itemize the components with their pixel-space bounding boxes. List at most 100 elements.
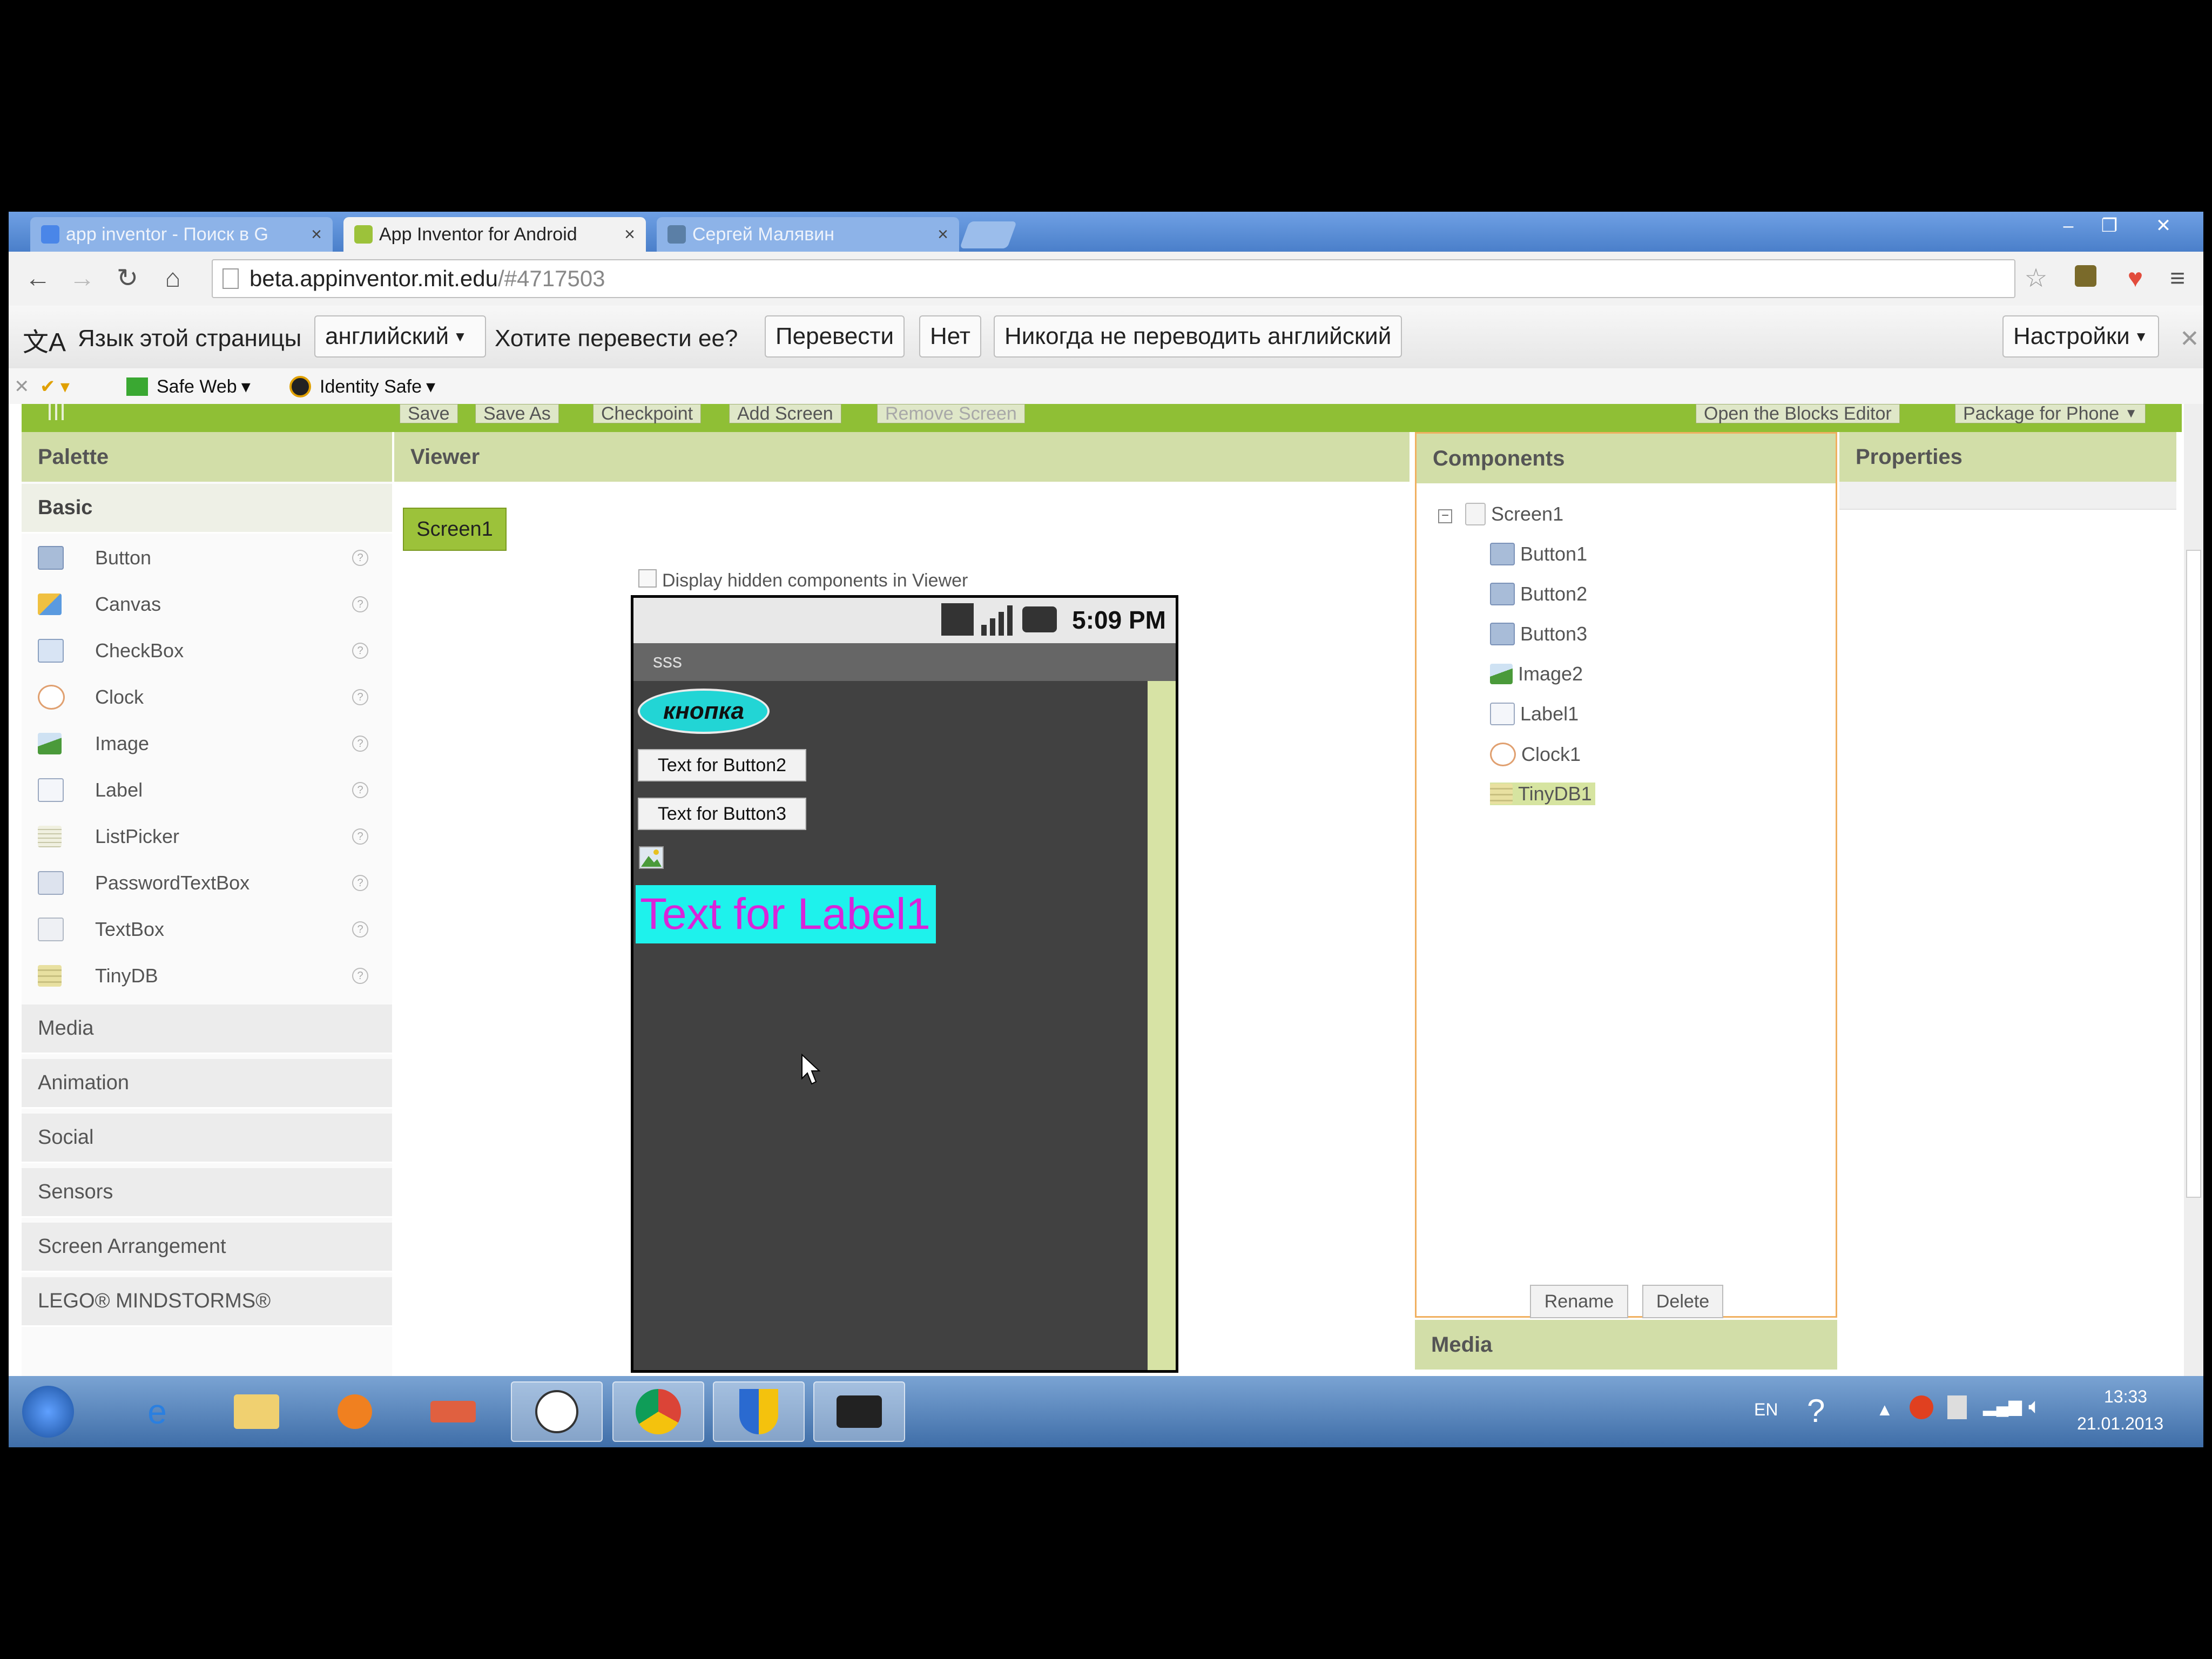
help-icon[interactable]: ?: [352, 736, 368, 752]
restore-icon[interactable]: ❐: [2093, 215, 2126, 237]
help-icon[interactable]: ?: [1807, 1392, 1825, 1429]
palette-category[interactable]: Media: [22, 1004, 392, 1054]
close-infobar-icon[interactable]: ✕: [2180, 325, 2200, 353]
network-icon[interactable]: ▂▄▆: [1983, 1395, 2022, 1416]
url-bar[interactable]: beta.appinventor.mit.edu/#4717503: [212, 259, 2015, 298]
language-select[interactable]: английский ▼: [314, 315, 486, 358]
palette-item-label[interactable]: Label?: [22, 767, 392, 813]
button1-preview[interactable]: кнопка: [638, 689, 770, 734]
collapse-tree-icon[interactable]: −: [1438, 509, 1452, 523]
help-icon[interactable]: ?: [352, 550, 368, 566]
tray-app-icon[interactable]: [1910, 1395, 1933, 1419]
component-image2[interactable]: Image2: [1490, 663, 1583, 685]
extension-icon[interactable]: [2072, 265, 2100, 293]
window-close-icon[interactable]: ✕: [2147, 215, 2180, 237]
close-icon[interactable]: ×: [311, 224, 322, 245]
tab-search[interactable]: app inventor - Поиск в G ×: [30, 217, 333, 252]
translate-settings-button[interactable]: Настройки ▼: [2002, 315, 2159, 358]
close-icon[interactable]: ×: [624, 224, 635, 245]
page-scrollbar[interactable]: [2184, 404, 2203, 1376]
close-icon[interactable]: ×: [938, 224, 948, 245]
palette-category[interactable]: Sensors: [22, 1168, 392, 1218]
component-button2[interactable]: Button2: [1490, 583, 1587, 605]
minimize-icon[interactable]: –: [2052, 215, 2085, 237]
safe-web-menu[interactable]: Safe Web ▾: [126, 376, 251, 397]
identity-safe-menu[interactable]: Identity Safe ▾: [289, 376, 435, 397]
remove-screen-button[interactable]: Remove Screen: [877, 404, 1025, 424]
button3-preview[interactable]: Text for Button3: [638, 798, 806, 830]
component-root-screen1[interactable]: Screen1: [1465, 503, 1563, 525]
palette-item-tinydb[interactable]: TinyDB?: [22, 953, 392, 999]
tab-app-inventor[interactable]: App Inventor for Android ×: [343, 217, 646, 252]
close-toolbar-icon[interactable]: ✕: [14, 376, 30, 397]
heart-icon[interactable]: ♥: [2121, 265, 2149, 293]
palette-category-basic[interactable]: Basic: [22, 484, 392, 534]
rename-button[interactable]: Rename: [1530, 1285, 1628, 1318]
screen1-button[interactable]: Screen1: [403, 508, 507, 551]
translate-button[interactable]: Перевести: [765, 315, 905, 358]
palette-item-passwordtextbox[interactable]: PasswordTextBox?: [22, 860, 392, 906]
component-button1[interactable]: Button1: [1490, 543, 1587, 565]
palette-category[interactable]: Social: [22, 1114, 392, 1163]
home-icon[interactable]: ⌂: [159, 265, 187, 293]
palette-item-button[interactable]: Button?: [22, 535, 392, 581]
hp-icon[interactable]: [511, 1381, 603, 1442]
help-icon[interactable]: ?: [352, 643, 368, 659]
help-icon[interactable]: ?: [352, 689, 368, 705]
add-screen-button[interactable]: Add Screen: [729, 404, 841, 424]
tab-vk[interactable]: Сергей Малявин ×: [657, 217, 959, 252]
palette-category[interactable]: LEGO® MINDSTORMS®: [22, 1277, 392, 1327]
palette-item-canvas[interactable]: Canvas?: [22, 581, 392, 628]
media-player-icon[interactable]: [314, 1381, 395, 1442]
volume-icon[interactable]: 🔈︎: [2028, 1394, 2041, 1419]
menu-icon[interactable]: ≡: [2163, 265, 2191, 293]
palette-category[interactable]: Animation: [22, 1059, 392, 1109]
internet-explorer-icon[interactable]: e: [117, 1381, 198, 1442]
component-button3[interactable]: Button3: [1490, 623, 1587, 645]
help-icon[interactable]: ?: [352, 875, 368, 891]
help-icon[interactable]: ?: [352, 921, 368, 938]
palette-item-textbox[interactable]: TextBox?: [22, 906, 392, 953]
button2-preview[interactable]: Text for Button2: [638, 749, 806, 781]
help-icon[interactable]: ?: [352, 968, 368, 984]
never-translate-button[interactable]: Никогда не переводить английский: [994, 315, 1402, 358]
checkpoint-button[interactable]: Checkpoint: [593, 404, 702, 424]
save-button[interactable]: Save: [400, 404, 458, 424]
palette-item-listpicker[interactable]: ListPicker?: [22, 813, 392, 860]
help-icon[interactable]: ?: [352, 782, 368, 798]
save-as-button[interactable]: Save As: [475, 404, 559, 424]
help-icon[interactable]: ?: [352, 828, 368, 845]
no-button[interactable]: Нет: [919, 315, 981, 358]
reload-icon[interactable]: ↻: [113, 265, 141, 293]
delete-button[interactable]: Delete: [1642, 1285, 1723, 1318]
star-icon[interactable]: ☆: [2022, 265, 2050, 293]
new-tab-button[interactable]: [959, 221, 1017, 248]
app-icon[interactable]: [413, 1381, 494, 1442]
phone-scrollbar[interactable]: [1148, 681, 1176, 1370]
palette-category[interactable]: Screen Arrangement: [22, 1223, 392, 1272]
usb-icon[interactable]: [1947, 1395, 1967, 1419]
component-label1[interactable]: Label1: [1490, 703, 1579, 725]
label1-preview[interactable]: Text for Label1: [636, 885, 936, 943]
palette-item-clock[interactable]: Clock?: [22, 674, 392, 720]
security-shield-icon[interactable]: [713, 1381, 805, 1442]
component-tinydb1[interactable]: TinyDB1: [1490, 783, 1595, 805]
palette-item-image[interactable]: Image?: [22, 720, 392, 767]
help-icon[interactable]: ?: [352, 596, 368, 612]
component-clock1[interactable]: Clock1: [1490, 743, 1581, 766]
tray-expand-icon[interactable]: ▲: [1876, 1400, 1893, 1420]
file-explorer-icon[interactable]: [216, 1381, 297, 1442]
clock-time[interactable]: 13:33: [2104, 1387, 2147, 1407]
package-for-phone-button[interactable]: Package for Phone ▼: [1955, 404, 2146, 424]
back-arrow-icon[interactable]: ←: [24, 265, 52, 293]
palette-item-checkbox[interactable]: CheckBox?: [22, 628, 392, 674]
open-blocks-editor-button[interactable]: Open the Blocks Editor: [1696, 404, 1900, 424]
scrollbar-thumb[interactable]: [2186, 550, 2201, 1198]
forward-arrow-icon[interactable]: →: [68, 265, 96, 293]
norton-check-icon[interactable]: ✔ ▾: [40, 376, 70, 397]
camera-icon[interactable]: [813, 1381, 905, 1442]
language-indicator[interactable]: EN: [1754, 1400, 1778, 1420]
start-button[interactable]: [13, 1381, 83, 1442]
clock-date[interactable]: 21.01.2013: [2077, 1414, 2163, 1434]
image2-placeholder-icon[interactable]: [639, 846, 664, 869]
